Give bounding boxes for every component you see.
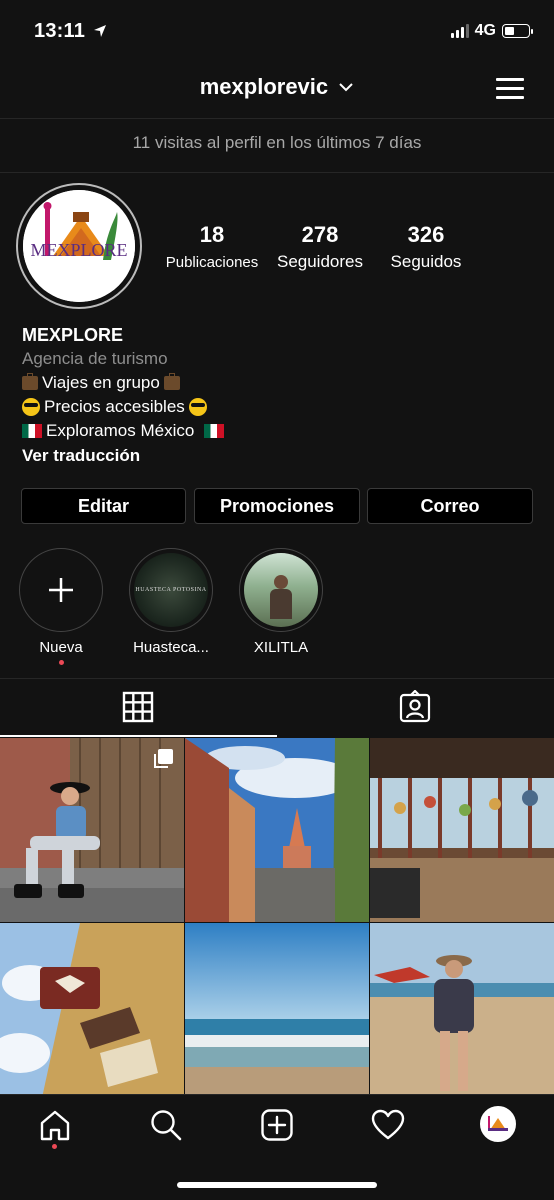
bio-text-1: Viajes en grupo xyxy=(42,373,160,392)
tagged-icon xyxy=(399,689,431,723)
post-thumbnail[interactable] xyxy=(185,923,369,1107)
stat-followers[interactable]: 278 Seguidores xyxy=(268,222,372,272)
signal-icon xyxy=(450,24,469,38)
sunglasses-face-icon xyxy=(22,398,40,416)
clock-text: 13:11 xyxy=(34,20,86,42)
tab-tagged[interactable] xyxy=(398,689,432,729)
account-switcher[interactable]: mexplorevic xyxy=(0,74,554,100)
battery-level xyxy=(505,27,515,35)
highlight-xilitla[interactable] xyxy=(239,548,323,632)
highlight-label-new: Nueva xyxy=(39,639,83,656)
post-image-beach xyxy=(185,923,369,1107)
profile-avatar-icon xyxy=(482,1108,514,1140)
promotions-button[interactable]: Promociones xyxy=(194,488,360,524)
post-thumbnail[interactable] xyxy=(0,923,184,1107)
status-indicators: 4G xyxy=(450,22,533,40)
highlight-label-huasteca: Huasteca... xyxy=(133,639,209,656)
sunglasses-face-icon xyxy=(188,398,207,416)
following-count: 326 xyxy=(407,222,445,247)
tab-grid[interactable] xyxy=(122,691,154,728)
highlight-huasteca[interactable]: HUASTECA POTOSINA xyxy=(129,548,213,632)
stat-posts[interactable]: 18 Publicaciones xyxy=(160,222,264,271)
posts-label: Publicaciones xyxy=(165,254,259,271)
post-image-san-miguel-street xyxy=(185,738,369,922)
nav-new-post[interactable] xyxy=(260,1108,294,1147)
heart-icon xyxy=(371,1109,405,1140)
translate-link[interactable]: Ver traducción xyxy=(22,446,140,466)
mexico-flag-icon xyxy=(204,424,225,438)
posts-count: 18 xyxy=(199,222,225,247)
highlight-cover-huasteca: HUASTECA POTOSINA xyxy=(134,553,208,627)
post-image-beach-woman xyxy=(370,923,554,1107)
battery-icon xyxy=(502,24,533,38)
username: mexplorevic xyxy=(199,74,329,99)
edit-profile-button[interactable]: Editar xyxy=(21,488,186,524)
bio-line-1: Viajes en grupo xyxy=(22,373,180,393)
post-thumbnail[interactable] xyxy=(0,738,184,922)
mexico-flag-icon xyxy=(22,424,42,438)
insight-divider xyxy=(0,172,554,173)
network-type: 4G xyxy=(474,22,496,39)
post-image-terrace xyxy=(370,738,554,922)
highlight-cover-xilitla xyxy=(244,553,318,627)
bio-line-2: Precios accesibles xyxy=(22,397,207,417)
following-label: Seguidos xyxy=(390,252,462,271)
luggage-icon xyxy=(163,373,180,390)
bio-text-2: Precios accesibles xyxy=(44,397,185,416)
followers-count: 278 xyxy=(301,222,339,247)
profile-category: Agencia de turismo xyxy=(22,349,168,368)
home-indicator xyxy=(177,1182,377,1188)
nav-profile[interactable] xyxy=(480,1106,516,1142)
luggage-icon xyxy=(22,373,38,390)
home-icon xyxy=(40,1110,70,1141)
status-time: 13:11 xyxy=(34,20,107,43)
post-thumbnail[interactable] xyxy=(370,923,554,1107)
carousel-icon xyxy=(154,749,173,768)
location-arrow-icon xyxy=(93,25,106,37)
notification-dot xyxy=(59,660,64,665)
mexplore-logo: MEXPLORE xyxy=(23,190,135,302)
bio-line-3: Exploramos México xyxy=(22,421,225,441)
search-icon xyxy=(151,1110,182,1141)
nav-activity[interactable] xyxy=(371,1108,405,1147)
highlight-cover-text: HUASTECA POTOSINA xyxy=(135,587,207,593)
menu-icon[interactable] xyxy=(496,76,524,100)
profile-name: MEXPLORE xyxy=(22,325,124,345)
home-notification-dot xyxy=(52,1144,57,1149)
profile-avatar[interactable]: MEXPLORE xyxy=(23,190,135,302)
post-thumbnail[interactable] xyxy=(185,738,369,922)
followers-label: Seguidores xyxy=(276,252,363,271)
email-button[interactable]: Correo xyxy=(367,488,533,524)
bio-text-3: Exploramos México xyxy=(46,421,195,440)
nav-search[interactable] xyxy=(149,1108,183,1147)
header-divider xyxy=(0,118,554,119)
chevron-down-icon xyxy=(339,83,353,92)
new-post-icon xyxy=(261,1109,293,1141)
profile-visits-insight[interactable]: 11 visitas al perfil en los últimos 7 dí… xyxy=(0,133,554,153)
post-thumbnail[interactable] xyxy=(370,738,554,922)
post-image-street-sign xyxy=(0,923,184,1107)
grid-icon xyxy=(122,691,154,723)
new-highlight-button[interactable] xyxy=(19,548,103,632)
tabs-top-divider xyxy=(0,678,554,679)
active-tab-indicator xyxy=(0,735,277,737)
nav-home[interactable] xyxy=(38,1108,72,1147)
avatar-logo-text: MEXPLORE xyxy=(30,240,127,260)
highlight-label-xilitla: XILITLA xyxy=(253,639,309,656)
plus-icon xyxy=(49,578,73,602)
stat-following[interactable]: 326 Seguidos xyxy=(378,222,474,272)
